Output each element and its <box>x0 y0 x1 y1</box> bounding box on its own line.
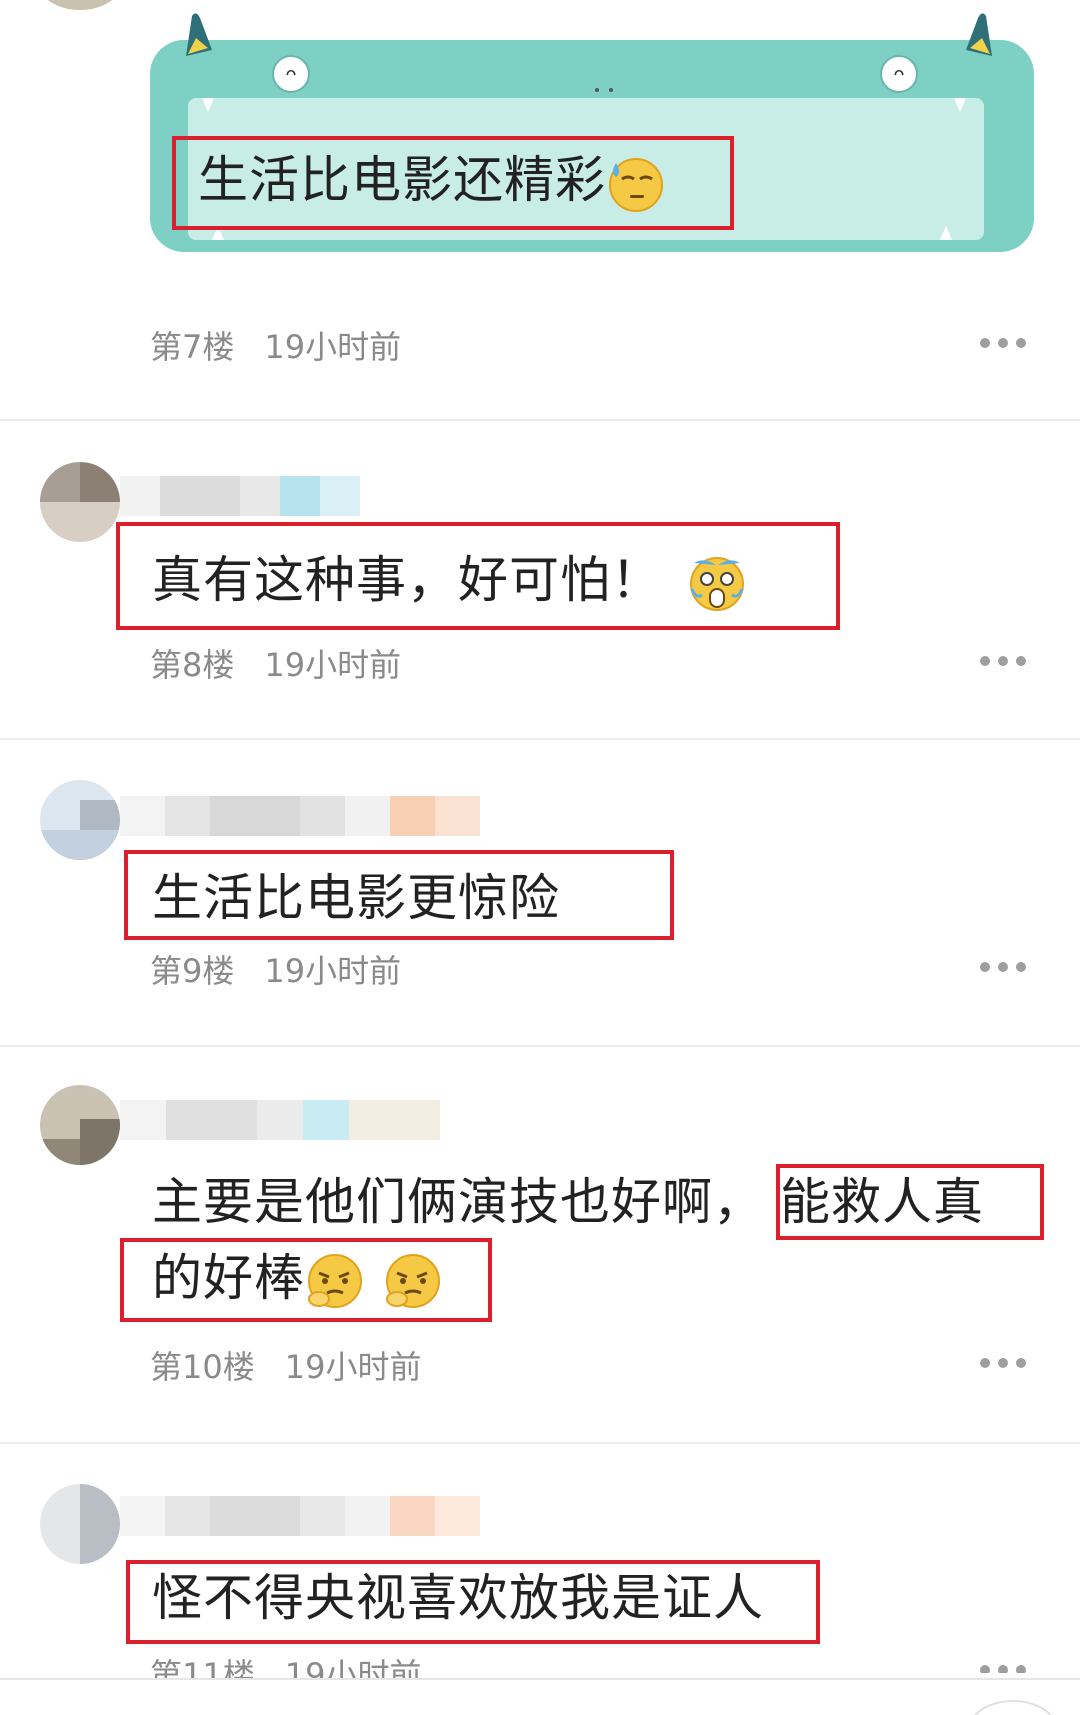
highlight-box <box>124 850 674 940</box>
right-eye-icon: ᴖ <box>880 55 918 93</box>
divider <box>0 419 1080 421</box>
floor-number: 第7楼 <box>150 328 235 366</box>
comment-meta: 第10楼 19小时前 <box>150 1342 421 1388</box>
more-dots-icon[interactable] <box>980 337 1026 349</box>
floor-number: 第9楼 <box>150 952 235 990</box>
comment-meta: 第11楼 19小时前 <box>150 1650 421 1680</box>
avatar[interactable] <box>40 1484 120 1564</box>
divider <box>0 1678 1080 1680</box>
left-eye-icon: ᴖ <box>272 55 310 93</box>
floor-number: 第8楼 <box>150 646 235 684</box>
floating-button-edge[interactable] <box>968 1700 1058 1715</box>
highlight-box <box>116 522 840 630</box>
highlight-box <box>120 1238 492 1322</box>
more-dots-icon[interactable] <box>980 961 1026 973</box>
avatar[interactable] <box>40 780 120 860</box>
floor-number: 第11楼 <box>150 1656 255 1680</box>
comment-meta: 第9楼 19小时前 <box>150 946 401 992</box>
tooth-icon <box>940 226 952 240</box>
blurred-username[interactable] <box>120 1100 440 1140</box>
timestamp: 19小时前 <box>264 328 402 366</box>
more-dots-icon[interactable] <box>980 1665 1026 1673</box>
tooth-icon <box>202 98 214 112</box>
avatar[interactable] <box>40 1085 120 1165</box>
tooth-icon <box>954 98 966 112</box>
avatar[interactable] <box>40 462 120 542</box>
divider <box>0 738 1080 740</box>
avatar[interactable] <box>40 0 120 10</box>
blurred-username[interactable] <box>120 476 360 516</box>
more-dots-icon[interactable] <box>980 1357 1026 1369</box>
divider <box>0 1442 1080 1444</box>
left-horn-icon <box>186 13 212 56</box>
comment-meta: 第8楼 19小时前 <box>150 640 401 686</box>
timestamp: 19小时前 <box>264 646 402 684</box>
blurred-username[interactable] <box>120 1496 480 1536</box>
blurred-username[interactable] <box>120 796 480 836</box>
highlight-box <box>776 1164 1044 1240</box>
floor-number: 第10楼 <box>150 1348 255 1386</box>
timestamp: 19小时前 <box>284 1656 422 1680</box>
divider <box>0 1045 1080 1047</box>
timestamp: 19小时前 <box>264 952 402 990</box>
timestamp: 19小时前 <box>284 1348 422 1386</box>
comment-meta: 第7楼 19小时前 <box>150 322 401 368</box>
more-dots-icon[interactable] <box>980 655 1026 667</box>
right-horn-icon <box>966 13 992 56</box>
nose-dots-icon <box>592 78 618 92</box>
highlight-box <box>126 1560 820 1644</box>
highlight-box <box>172 136 734 230</box>
comment-text-content: 主要是他们俩演技也好啊， <box>152 1173 764 1231</box>
